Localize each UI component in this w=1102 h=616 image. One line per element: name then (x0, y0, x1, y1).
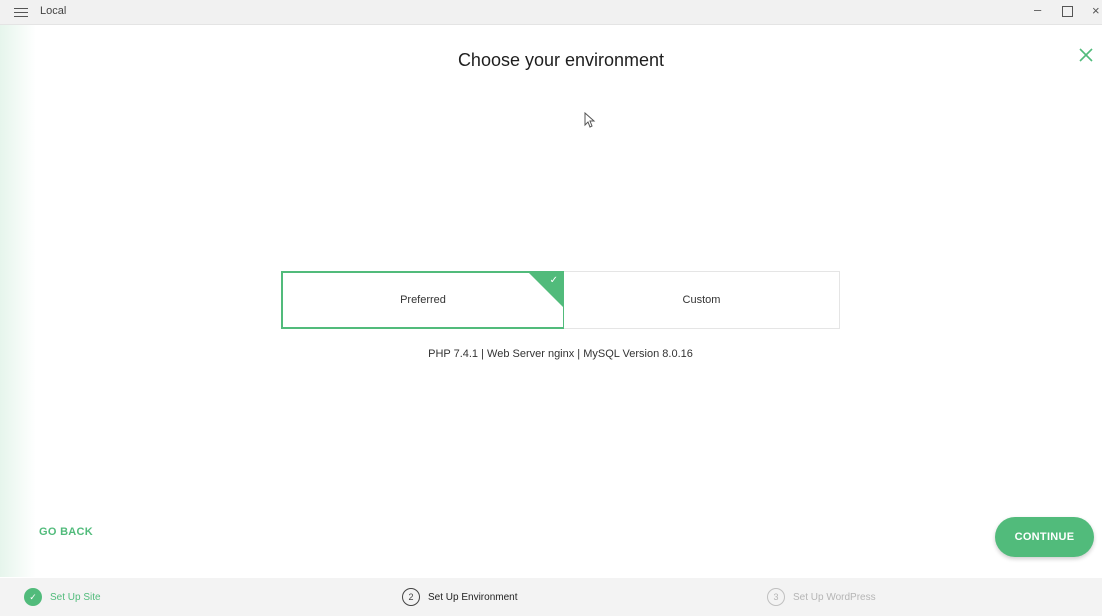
selected-corner-badge (528, 272, 564, 308)
preferred-option[interactable]: Preferred ✓ (281, 271, 565, 329)
title-bar: Local – × (0, 0, 1102, 25)
step-label: Set Up Environment (428, 591, 518, 603)
environment-details: PHP 7.4.1 | Web Server nginx | MySQL Ver… (428, 348, 693, 360)
step-label: Set Up WordPress (793, 591, 876, 603)
window-close-icon[interactable]: × (1092, 3, 1100, 18)
custom-option[interactable]: Custom (564, 271, 840, 329)
app-title: Local (40, 5, 67, 17)
mouse-cursor-icon (584, 112, 596, 128)
step-set-up-wordpress: 3 Set Up WordPress (767, 578, 876, 616)
step-label: Set Up Site (50, 591, 101, 603)
step-set-up-environment: 2 Set Up Environment (402, 578, 518, 616)
continue-button[interactable]: CONTINUE (995, 517, 1094, 557)
close-icon[interactable] (1077, 46, 1095, 64)
hamburger-menu-icon[interactable] (14, 5, 28, 19)
steps-progress-bar: ✓ Set Up Site 2 Set Up Environment 3 Set… (0, 578, 1102, 616)
page-title: Choose your environment (457, 50, 665, 70)
minimize-icon[interactable]: – (1034, 2, 1041, 17)
custom-option-label: Custom (682, 294, 721, 306)
preferred-option-label: Preferred (400, 294, 446, 306)
check-icon: ✓ (549, 275, 558, 286)
step-complete-check-icon: ✓ (24, 588, 42, 606)
go-back-link[interactable]: GO BACK (39, 526, 93, 538)
left-decorative-strip (0, 25, 36, 577)
step-set-up-site: ✓ Set Up Site (24, 578, 101, 616)
step-number: 3 (767, 588, 785, 606)
maximize-icon[interactable] (1062, 6, 1073, 17)
step-number: 2 (402, 588, 420, 606)
